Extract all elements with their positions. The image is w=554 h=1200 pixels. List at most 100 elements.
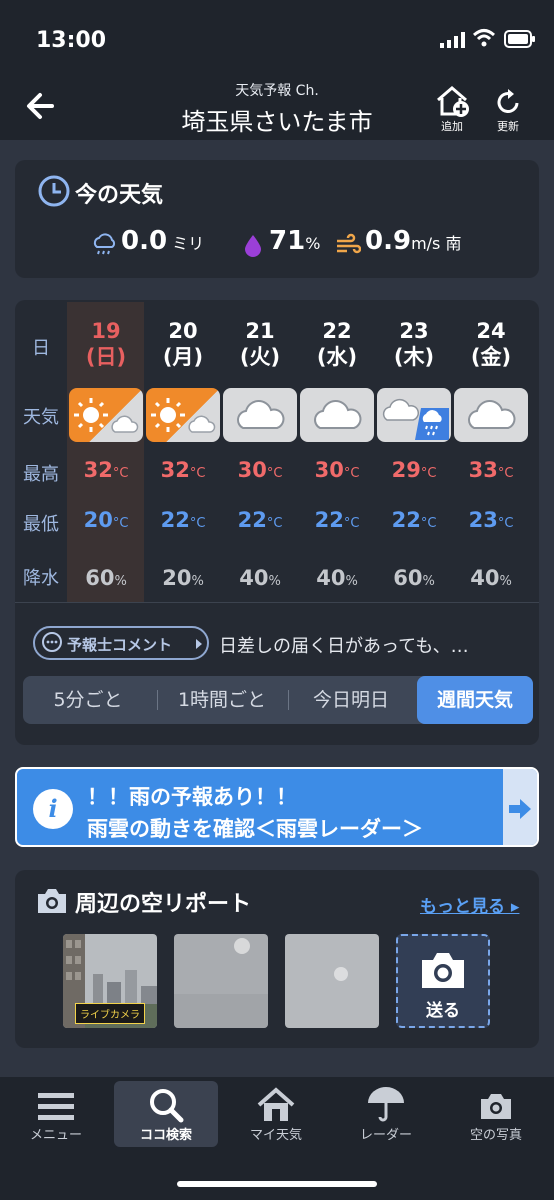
precip-chance: 40% — [316, 566, 358, 590]
banner-line2: 雨雲の動きを確認＜雨雲レーダー＞ — [87, 817, 423, 841]
nav-sky-photo-label: 空の写真 — [469, 1128, 522, 1143]
nav-search-label: ココ検索 — [139, 1128, 192, 1143]
nav-radar[interactable]: レーダー — [334, 1081, 438, 1147]
humidity: 71% — [269, 226, 321, 256]
live-camera-tag: ライブカメラ — [75, 1003, 145, 1024]
sunny-then-cloudy-icon — [69, 388, 143, 442]
sky-photo — [174, 934, 268, 1028]
speech-bubble-icon — [42, 632, 62, 652]
day-date: 21 — [245, 319, 275, 343]
sky-report-title: 周辺の空リポート — [75, 892, 252, 917]
refresh-button[interactable]: 更新 — [486, 84, 530, 136]
high-temp: 30°C — [237, 458, 283, 482]
day-date: 20 — [168, 319, 198, 343]
low-temp: 23°C — [468, 508, 514, 532]
nav-sky-photo[interactable]: 空の写真 — [444, 1081, 548, 1147]
precip-chance: 60% — [393, 566, 435, 590]
nav-menu[interactable]: メニュー — [4, 1081, 108, 1147]
sky-report-card: 周辺の空リポート もっと見る ▸ ライブカメラ 送る — [15, 870, 539, 1048]
forecast-tabs: 5分ごと 1時間ごと 今日明日 週間天気 — [23, 676, 533, 724]
day-of-week: (日) — [85, 345, 127, 369]
see-more-link[interactable]: もっと見る ▸ — [420, 892, 519, 917]
tab-today-tomorrow[interactable]: 今日明日 — [289, 676, 413, 724]
camera-icon — [422, 953, 464, 988]
live-camera-thumbnail[interactable]: ライブカメラ — [63, 934, 157, 1028]
send-photo-button[interactable]: 送る — [396, 934, 490, 1028]
precip-chance: 40% — [470, 566, 512, 590]
home-indicator — [177, 1181, 377, 1187]
sky-photo-thumbnail[interactable] — [174, 934, 268, 1028]
battery-icon — [504, 30, 535, 48]
precip-chance: 60% — [85, 566, 127, 590]
arrow-right-icon — [509, 799, 531, 819]
caret-right-icon — [196, 639, 202, 649]
add-label: 追加 — [441, 120, 463, 133]
high-temp: 33°C — [468, 458, 514, 482]
info-icon: i — [33, 789, 73, 829]
low-temp: 22°C — [237, 508, 283, 532]
banner-line1: ！！雨の予報あり！！ — [87, 785, 297, 809]
camera-icon — [481, 1094, 511, 1119]
rain-amount: 0.0 ミリ — [121, 226, 205, 256]
tab-5min[interactable]: 5分ごと — [23, 676, 153, 724]
sunny-then-cloudy-icon — [146, 388, 220, 442]
current-weather-card: 今の天気 0.0 ミリ 71% 0.9m/s 南 — [15, 160, 539, 278]
status-time: 13:00 — [36, 28, 107, 53]
wifi-icon — [472, 29, 496, 47]
nav-menu-label: メニュー — [29, 1128, 82, 1143]
tab-hourly[interactable]: 1時間ごと — [159, 676, 285, 724]
day-date: 19 — [91, 319, 121, 343]
rain-cloud-icon — [93, 233, 116, 255]
comment-text[interactable]: 日差しの届く日があっても、… — [219, 632, 469, 658]
wind-icon — [337, 233, 361, 254]
low-temp: 22°C — [314, 508, 360, 532]
menu-icon — [38, 1093, 74, 1120]
forecaster-comment-button[interactable]: 予報士コメント — [33, 626, 209, 660]
umbrella-icon — [368, 1087, 404, 1122]
current-weather-title: 今の天気 — [75, 183, 164, 208]
app-header: 天気予報 Ch. 埼玉県さいたま市 追加 更新 — [0, 80, 554, 140]
cloudy-icon — [300, 388, 374, 442]
wind: 0.9m/s 南 — [365, 226, 462, 256]
clock-icon — [38, 175, 70, 207]
precip-chance: 40% — [239, 566, 281, 590]
divider — [15, 602, 539, 603]
low-temp: 20°C — [83, 508, 129, 532]
forecast-day-23: 23 (木) — [376, 318, 452, 370]
nav-my-weather-label: マイ天気 — [249, 1128, 302, 1143]
sky-photo-thumbnail[interactable] — [285, 934, 379, 1028]
high-temp: 32°C — [160, 458, 206, 482]
sky-photo — [285, 934, 379, 1028]
humidity-drop-icon — [245, 235, 261, 257]
signal-icon — [440, 32, 465, 48]
forecast-day-20: 20 (月) — [145, 318, 221, 370]
day-of-week: (水) — [316, 345, 358, 369]
status-bar: 13:00 — [0, 0, 554, 80]
row-label-low: 最低 — [23, 514, 59, 535]
cloudy-icon — [223, 388, 297, 442]
rain-radar-banner[interactable]: i ！！雨の予報あり！！ 雨雲の動きを確認＜雨雲レーダー＞ — [15, 767, 539, 847]
row-label-rain: 降水 — [23, 568, 59, 589]
day-date: 24 — [476, 319, 506, 343]
row-label-high: 最高 — [23, 464, 59, 485]
send-label: 送る — [426, 1001, 460, 1021]
add-location-button[interactable]: 追加 — [430, 84, 474, 136]
precip-chance: 20% — [162, 566, 204, 590]
banner-arrow[interactable] — [503, 769, 537, 845]
nav-my-weather[interactable]: マイ天気 — [224, 1081, 328, 1147]
day-of-week: (金) — [470, 345, 512, 369]
refresh-label: 更新 — [497, 120, 519, 133]
day-of-week: (火) — [239, 345, 281, 369]
day-of-week: (木) — [393, 345, 435, 369]
forecast-day-24: 24 (金) — [453, 318, 529, 370]
low-temp: 22°C — [160, 508, 206, 532]
forecast-day-19: 19 (日) — [68, 318, 144, 370]
high-temp: 29°C — [391, 458, 437, 482]
forecast-day-22: 22 (水) — [299, 318, 375, 370]
tab-weekly[interactable]: 週間天気 — [417, 676, 533, 724]
camera-icon — [38, 889, 66, 913]
nav-search[interactable]: ココ検索 — [114, 1081, 218, 1147]
high-temp: 30°C — [314, 458, 360, 482]
day-date: 22 — [322, 319, 352, 343]
day-date: 23 — [399, 319, 429, 343]
